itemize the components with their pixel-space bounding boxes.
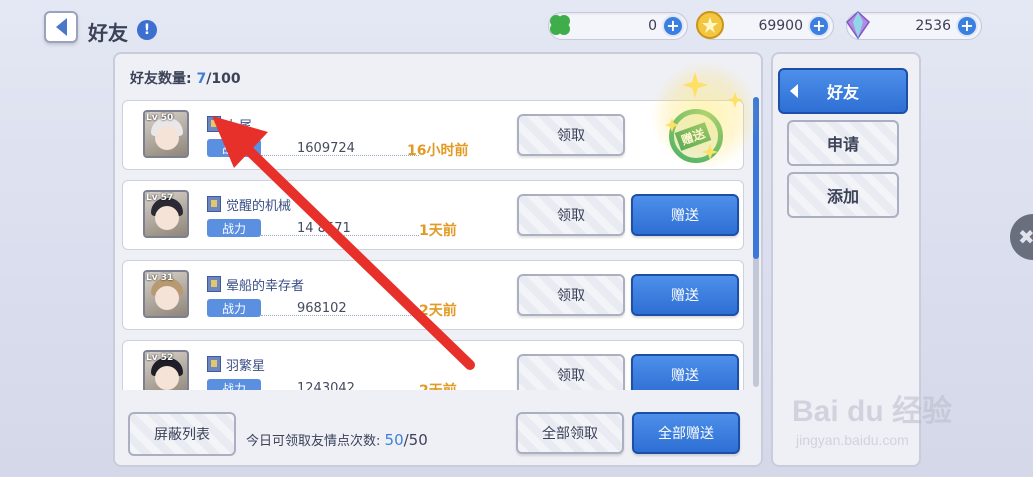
currency-gold: 69900 + bbox=[696, 11, 834, 40]
title-badge-icon bbox=[207, 276, 221, 292]
tab-pointer-icon bbox=[790, 84, 798, 98]
friend-name: 九尾 bbox=[226, 119, 253, 134]
friend-count: 好友数量: 7/100 bbox=[130, 68, 241, 88]
currency-clover: 0 + bbox=[548, 12, 688, 40]
gold-coin-icon bbox=[696, 11, 724, 39]
friend-row: Lv 57 觉醒的机械 战力 14 8571 1天前 领取 赠送 bbox=[122, 180, 744, 250]
friend-name: 觉醒的机械 bbox=[226, 199, 292, 214]
info-icon[interactable]: ! bbox=[137, 20, 157, 40]
claim-button[interactable]: 领取 bbox=[517, 354, 625, 390]
friend-count-label: 好友数量: bbox=[130, 71, 192, 87]
gift-button[interactable]: 赠送 bbox=[631, 274, 739, 316]
tab-friends[interactable]: 好友 bbox=[778, 68, 908, 114]
clover-value: 0 bbox=[648, 18, 657, 34]
power-tag: 战力 bbox=[207, 379, 261, 390]
add-gold-button[interactable]: + bbox=[808, 15, 830, 37]
avatar[interactable]: Lv 57 bbox=[143, 190, 189, 238]
watermark-main: Bai du 经验 bbox=[792, 395, 953, 428]
gift-all-button[interactable]: 全部赠送 bbox=[632, 412, 740, 454]
power-value: 968102 bbox=[297, 301, 347, 316]
title-badge-icon bbox=[207, 116, 221, 132]
last-online: 1天前 bbox=[419, 223, 457, 239]
watermark-url: jingyan.baidu.com bbox=[796, 432, 909, 448]
crystal-icon bbox=[846, 10, 870, 40]
tab-add[interactable]: 添加 bbox=[787, 172, 899, 218]
title-badge-icon bbox=[207, 196, 221, 212]
power-tag: 战力 bbox=[207, 139, 261, 157]
claim-all-button[interactable]: 全部领取 bbox=[516, 412, 624, 454]
gold-value: 69900 bbox=[758, 18, 803, 34]
close-icon[interactable]: ✖ bbox=[1010, 214, 1033, 260]
add-crystal-button[interactable]: + bbox=[956, 15, 978, 37]
claim-button[interactable]: 领取 bbox=[517, 274, 625, 316]
power-value: 1243042 bbox=[297, 381, 355, 390]
level-badge: Lv 50 bbox=[146, 113, 174, 123]
avatar[interactable]: Lv 50 bbox=[143, 110, 189, 158]
friend-name: 羽繁星 bbox=[226, 359, 266, 374]
level-badge: Lv 52 bbox=[146, 353, 174, 363]
page-title: 好友 bbox=[88, 21, 128, 45]
chevron-left-icon bbox=[55, 18, 67, 36]
last-online: 16小时前 bbox=[407, 143, 469, 159]
friend-count-current: 7 bbox=[196, 71, 207, 87]
daily-claim-max: /50 bbox=[403, 431, 428, 449]
avatar[interactable]: Lv 31 bbox=[143, 270, 189, 318]
last-online: 2天前 bbox=[419, 303, 457, 319]
daily-claim-current: 50 bbox=[384, 431, 404, 449]
last-online: 2天前 bbox=[419, 380, 457, 390]
tab-friends-label: 好友 bbox=[826, 83, 859, 102]
daily-claim-label: 今日可领取友情点次数: bbox=[246, 434, 381, 449]
power-value: 14 8571 bbox=[297, 221, 351, 236]
friend-name: 晕船的幸存者 bbox=[226, 279, 305, 294]
tab-requests[interactable]: 申请 bbox=[787, 120, 899, 166]
friend-row: Lv 52 羽繁星 战力 1243042 2天前 领取 赠送 bbox=[122, 340, 744, 390]
friend-row: Lv 31 晕船的幸存者 战力 968102 2天前 领取 赠送 bbox=[122, 260, 744, 330]
avatar[interactable]: Lv 52 bbox=[143, 350, 189, 390]
baidu-watermark: Bai du 经验 jingyan.baidu.com bbox=[792, 380, 1022, 460]
add-clover-button[interactable]: + bbox=[662, 15, 684, 37]
power-tag: 战力 bbox=[207, 299, 261, 317]
currency-crystal: 2536 + bbox=[846, 10, 982, 40]
back-button[interactable] bbox=[44, 11, 78, 43]
gift-button[interactable]: 赠送 bbox=[631, 194, 739, 236]
power-tag: 战力 bbox=[207, 219, 261, 237]
claim-button[interactable]: 领取 bbox=[517, 114, 625, 156]
power-value: 1609724 bbox=[297, 141, 355, 156]
level-badge: Lv 57 bbox=[146, 193, 174, 203]
title-badge-icon bbox=[207, 356, 221, 372]
friend-count-max: /100 bbox=[206, 71, 241, 87]
sparkle-icon bbox=[665, 72, 743, 160]
crystal-value: 2536 bbox=[915, 18, 951, 34]
clover-icon bbox=[550, 15, 570, 35]
daily-claim-info: 今日可领取友情点次数: 50/50 bbox=[246, 430, 428, 449]
claim-button[interactable]: 领取 bbox=[517, 194, 625, 236]
gift-button[interactable]: 赠送 bbox=[631, 354, 739, 390]
block-list-button[interactable]: 屏蔽列表 bbox=[128, 412, 236, 456]
level-badge: Lv 31 bbox=[146, 273, 174, 283]
